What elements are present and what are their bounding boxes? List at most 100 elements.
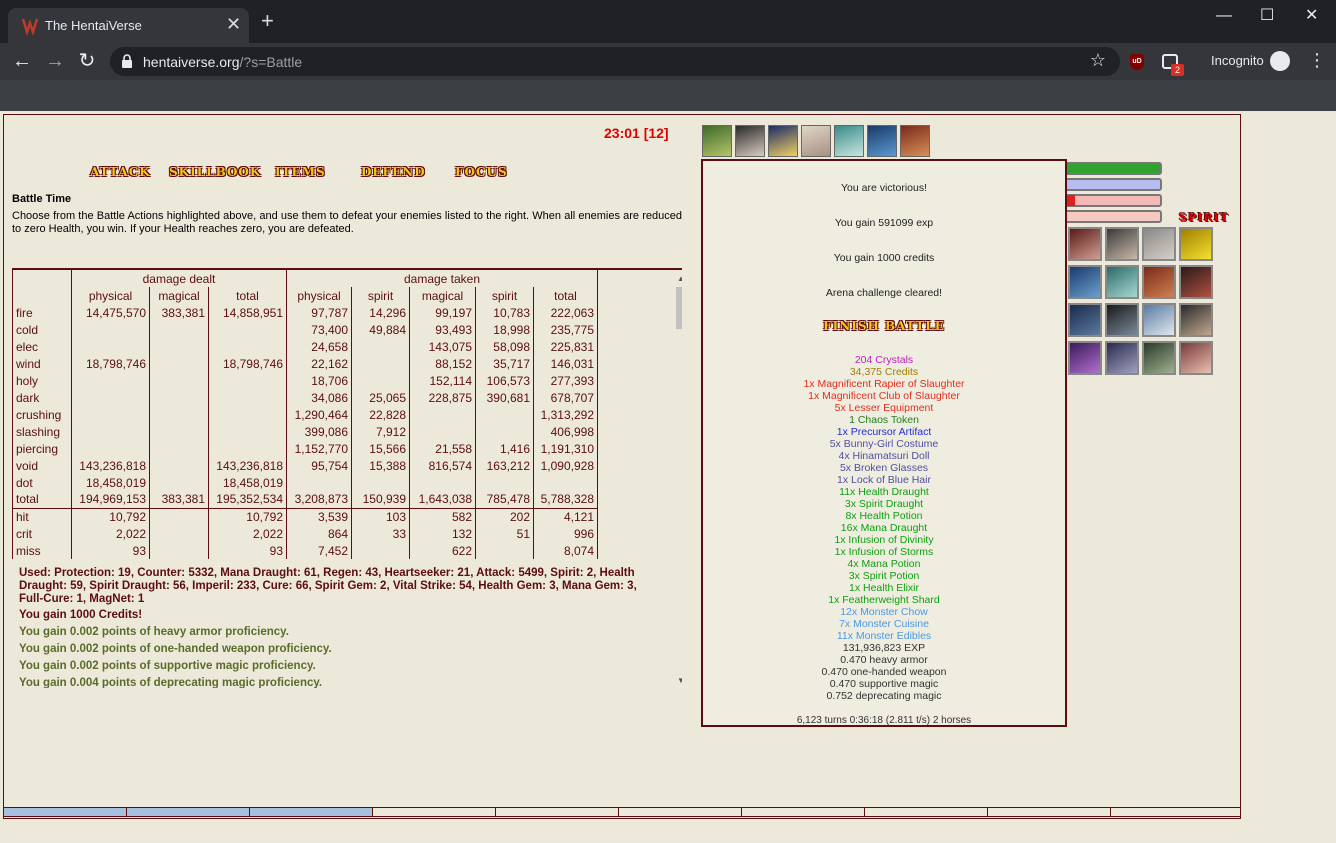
focus-button[interactable]: FOCUS <box>455 165 508 179</box>
stats-cell: elec <box>12 338 72 355</box>
skill-slot[interactable] <box>1105 265 1139 299</box>
drop-item: 1x Magnificent Rapier of Slaughter <box>803 378 965 390</box>
drop-item: 1x Infusion of Divinity <box>834 534 934 546</box>
stats-cell: 1,152,770 <box>286 440 352 457</box>
stats-row: elec 24,658 143,075 58,098 225,831 <box>12 338 598 355</box>
skill-slot[interactable] <box>1142 265 1176 299</box>
drop-item: 34,375 Credits <box>849 366 919 378</box>
browser-menu-icon[interactable]: ⋮ <box>1308 51 1326 69</box>
stats-cell <box>351 372 410 389</box>
back-icon[interactable]: ← <box>10 49 34 73</box>
browser-tab[interactable]: The HentaiVerse ✕ <box>8 8 249 43</box>
enemy-portrait[interactable] <box>834 125 864 157</box>
stats-cell: 25,065 <box>351 389 410 406</box>
enemy-portrait[interactable] <box>735 125 765 157</box>
stats-row: dark 34,086 25,065 228,875 390,681 678,707 <box>12 389 598 406</box>
ublock-extension-icon[interactable]: uD <box>1130 54 1144 70</box>
drop-item: 1x Health Elixir <box>848 582 920 594</box>
log-line: You gain 0.002 points of heavy armor pro… <box>19 626 289 638</box>
stats-cell: 106,573 <box>475 372 534 389</box>
tab-close-icon[interactable]: ✕ <box>226 14 241 34</box>
stats-cell: 58,098 <box>475 338 534 355</box>
drop-item: 5x Lesser Equipment <box>834 402 934 414</box>
skillbook-button[interactable]: SKILLBOOK <box>169 165 261 179</box>
finish-battle-button[interactable]: FINISH BATTLE <box>703 319 1065 333</box>
stats-row: miss 93 93 7,452 622 8,074 <box>12 542 598 559</box>
skill-slot[interactable] <box>1105 303 1139 337</box>
drop-item: 3x Spirit Draught <box>844 498 924 510</box>
drop-item: 11x Monster Edibles <box>836 630 932 642</box>
skill-slot[interactable] <box>1142 227 1176 261</box>
stats-cell <box>208 406 287 423</box>
defend-button[interactable]: DEFEND <box>361 165 426 179</box>
stats-cell <box>149 389 209 406</box>
stats-column-header: spirit <box>351 287 410 304</box>
drop-item: 1x Lock of Blue Hair <box>837 474 931 486</box>
skill-slot[interactable] <box>1068 265 1102 299</box>
stats-cell: 228,875 <box>409 389 476 406</box>
log-line: You gain 1000 Credits! <box>19 609 143 621</box>
scroll-down-icon[interactable]: ▼ <box>677 676 682 685</box>
stats-cell: 150,939 <box>351 491 410 508</box>
stats-cell <box>149 440 209 457</box>
new-tab-button[interactable]: + <box>261 10 274 32</box>
stats-cell <box>149 507 209 525</box>
intro-text: Choose from the Battle Actions highlight… <box>12 210 682 235</box>
stats-cell <box>286 474 352 491</box>
scroll-thumb[interactable] <box>676 287 682 329</box>
enemy-portrait[interactable] <box>900 125 930 157</box>
maximize-icon[interactable]: ☐ <box>1260 8 1274 24</box>
stats-cell <box>71 440 150 457</box>
scroll-up-icon[interactable]: ▲ <box>677 274 682 283</box>
incognito-icon[interactable] <box>1270 51 1290 71</box>
stats-row: wind 18,798,746 18,798,746 22,162 88,152 35,7… <box>12 355 598 372</box>
skill-slot[interactable] <box>1142 341 1176 375</box>
skill-slot[interactable] <box>1105 341 1139 375</box>
enemy-portrait[interactable] <box>702 125 732 157</box>
forward-icon[interactable]: → <box>43 49 67 73</box>
stats-row: void 143,236,818 143,236,818 95,754 15,388 81… <box>12 457 598 474</box>
enemy-portrait[interactable] <box>768 125 798 157</box>
stats-cell: 1,290,464 <box>286 406 352 423</box>
stats-cell: 14,475,570 <box>71 304 150 321</box>
enemy-portrait[interactable] <box>867 125 897 157</box>
skill-slot[interactable] <box>1068 227 1102 261</box>
items-button[interactable]: ITEMS <box>275 165 326 179</box>
stats-cell: cold <box>12 321 72 338</box>
skill-slot[interactable] <box>1068 341 1102 375</box>
log-scrollbar[interactable]: ▲ ▼ <box>673 270 682 688</box>
skill-slot[interactable] <box>1179 303 1213 337</box>
stats-cell: 582 <box>409 507 476 525</box>
skill-slot[interactable] <box>1105 227 1139 261</box>
stats-cell <box>149 542 209 559</box>
enemy-portrait[interactable] <box>801 125 831 157</box>
attack-button[interactable]: ATTACK <box>90 165 151 179</box>
skill-slot[interactable] <box>1068 303 1102 337</box>
skill-slot[interactable] <box>1179 265 1213 299</box>
spirit-toggle-button[interactable]: SPIRIT <box>1179 211 1229 224</box>
stats-column-header: spirit <box>475 287 534 304</box>
skill-slot[interactable] <box>1142 303 1176 337</box>
stats-cell: 99,197 <box>409 304 476 321</box>
window-close-icon[interactable]: ✕ <box>1305 8 1318 24</box>
url-text: hentaiverse.org/?s=Battle <box>143 54 302 70</box>
stats-cell: crushing <box>12 406 72 423</box>
bookmark-star-icon[interactable]: ☆ <box>1090 50 1106 71</box>
drop-item: 16x Mana Draught <box>840 522 928 534</box>
stats-cell: 2,022 <box>71 525 150 542</box>
drop-item: 4x Mana Potion <box>847 558 921 570</box>
stats-cell: 8,074 <box>533 542 598 559</box>
stats-cell <box>149 355 209 372</box>
skill-slot[interactable] <box>1179 341 1213 375</box>
skill-slot[interactable] <box>1179 227 1213 261</box>
stats-cell: 143,236,818 <box>208 457 287 474</box>
address-bar[interactable]: hentaiverse.org/?s=Battle ☆ <box>110 47 1120 76</box>
minimize-icon[interactable]: — <box>1216 8 1232 24</box>
stats-cell: 1,191,310 <box>533 440 598 457</box>
stats-cell <box>149 423 209 440</box>
drop-item: 3x Spirit Potion <box>848 570 920 582</box>
reload-icon[interactable]: ↻ <box>75 49 99 73</box>
stats-cell <box>208 321 287 338</box>
stats-row: crushing 1,290,464 22,828 1,313,292 <box>12 406 598 423</box>
battle-log[interactable]: damage dealt damage taken physical magical t… <box>12 268 682 688</box>
